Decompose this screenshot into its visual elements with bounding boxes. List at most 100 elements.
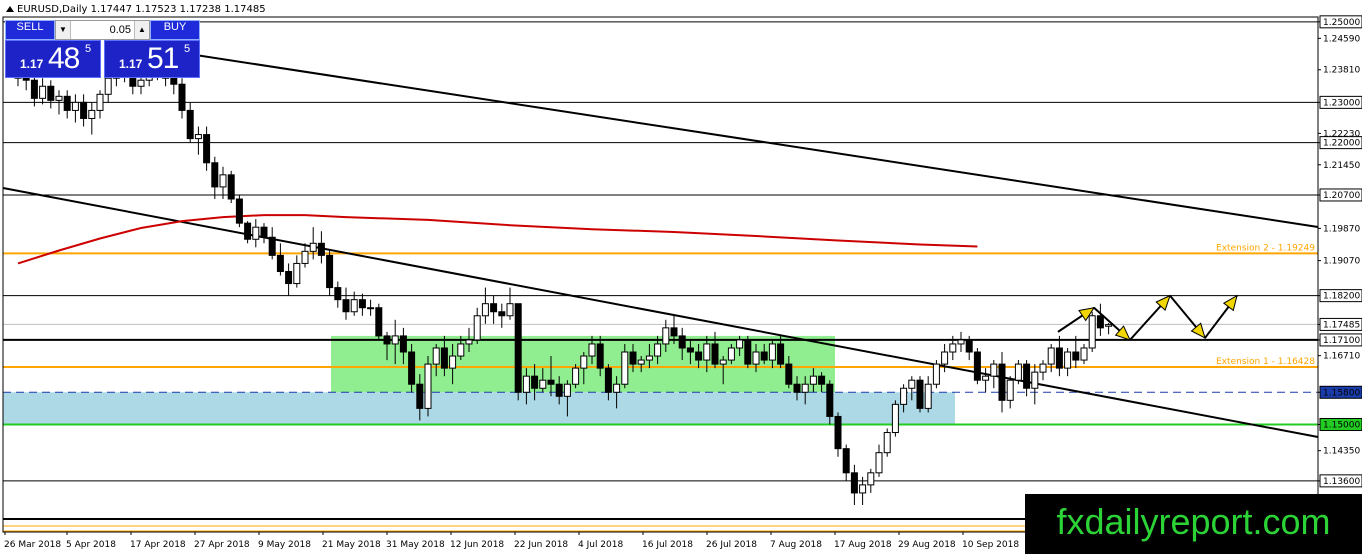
candle-bull — [1014, 363, 1022, 381]
date-tick-label: 10 Sep 2018 — [962, 540, 1019, 550]
price-tick-label: 1.21450 — [1323, 161, 1360, 171]
price-tick-label: 1.18200 — [1323, 292, 1360, 302]
candle-bear — [227, 174, 235, 200]
candle-bull — [1031, 371, 1039, 389]
date-tick-label: 17 Apr 2018 — [130, 540, 186, 550]
candle-bull — [1088, 315, 1096, 349]
candle-bear — [965, 339, 973, 353]
candle-bear — [850, 472, 858, 494]
candle-bear — [547, 379, 555, 385]
price-tick-label: 1.13600 — [1323, 477, 1360, 487]
candle-bull — [891, 403, 899, 434]
price-tick-label: 1.17100 — [1323, 336, 1360, 346]
candle-bull — [932, 363, 940, 385]
candle-bull — [613, 383, 621, 393]
date-tick-label: 16 Jul 2018 — [642, 540, 693, 550]
candle-bull — [1064, 351, 1072, 369]
candle-bull — [801, 383, 809, 393]
date-tick-label: 26 Jul 2018 — [706, 540, 757, 550]
candle — [883, 428, 891, 457]
lot-size-input[interactable] — [71, 21, 135, 39]
candle-bull — [957, 339, 965, 345]
candle-bear — [1072, 351, 1080, 361]
candle-bear — [744, 339, 752, 365]
date-tick-label: 27 Apr 2018 — [194, 540, 250, 550]
lot-decrease-arrow-icon[interactable]: ▼ — [56, 21, 71, 39]
candle-bear — [63, 95, 71, 111]
candle-bull — [457, 343, 465, 357]
candle-bear — [916, 379, 924, 409]
price-tick-label: 1.20700 — [1323, 191, 1360, 201]
candle-bear — [317, 242, 325, 256]
symbol-title: EURUSD,Daily 1.17447 1.17523 1.17238 1.1… — [6, 4, 266, 15]
candle-bull — [506, 303, 514, 317]
candle-bear — [211, 162, 219, 188]
candle-bull — [473, 315, 481, 341]
candle-bull — [88, 109, 96, 119]
price-tick-label: 1.16710 — [1323, 352, 1360, 362]
chart-window: Extension 2 - 1.19249 Extension 1 - 1.164… — [0, 0, 1362, 554]
price-chart[interactable]: Extension 2 - 1.19249 Extension 1 - 1.164… — [0, 0, 1362, 554]
candle-bear — [760, 351, 768, 361]
candle-bear — [629, 351, 637, 365]
candle-bull — [809, 375, 817, 385]
candle-bull — [465, 339, 473, 345]
buy-quote-pips: 51 — [147, 42, 179, 75]
candle — [514, 303, 522, 401]
date-tick-label: 4 Jul 2018 — [578, 540, 623, 550]
candle-bear — [973, 351, 981, 381]
candle-bull — [949, 343, 957, 353]
candle-bull — [424, 363, 432, 409]
candle-bear — [777, 343, 785, 365]
candle-bull — [703, 343, 711, 361]
candle — [973, 347, 981, 385]
sell-button[interactable]: SELL — [5, 20, 55, 40]
candle-bear — [260, 226, 268, 238]
candle-bear — [285, 270, 293, 285]
candle-bull — [637, 359, 645, 365]
date-tick-label: 31 May 2018 — [386, 540, 445, 550]
price-tick-label: 1.25000 — [1323, 18, 1360, 28]
candle-bull — [752, 351, 760, 365]
lot-increase-arrow-icon[interactable]: ▲ — [134, 21, 149, 39]
candle-bull — [645, 355, 653, 361]
candle-bull — [736, 339, 744, 349]
candle-bear — [408, 351, 416, 385]
candle-bull — [252, 226, 260, 240]
candle — [375, 303, 383, 340]
sell-quote-prefix: 1.17 — [20, 57, 44, 71]
date-tick-label: 22 Jun 2018 — [514, 540, 568, 550]
candle-bear — [998, 363, 1006, 401]
candle-bear — [383, 335, 391, 345]
candle-bear — [834, 415, 842, 450]
sell-quote-button[interactable]: 1.17 48 5 — [5, 40, 101, 78]
support-zone — [3, 392, 955, 425]
candle-bull — [654, 343, 662, 357]
date-tick-label: 17 Aug 2018 — [834, 540, 892, 550]
candle — [916, 376, 924, 413]
sell-quote-pips: 48 — [48, 42, 80, 75]
candle — [891, 400, 899, 437]
candle-bear — [440, 347, 448, 369]
buy-quote-button[interactable]: 1.17 51 5 — [104, 40, 200, 78]
watermark-logo: fxdailyreport.com — [1025, 494, 1362, 554]
candle-bull — [580, 355, 588, 369]
candle-bull — [719, 359, 727, 365]
buy-quote-fraction: 5 — [184, 43, 191, 55]
date-tick-label: 5 Apr 2018 — [66, 540, 116, 550]
candle-bull — [1006, 379, 1014, 401]
price-tick-label: 1.19870 — [1323, 224, 1360, 234]
candle-bear — [498, 311, 506, 317]
candle-bear — [826, 383, 834, 417]
candle-bear — [334, 287, 342, 301]
candle-bull — [96, 93, 104, 111]
symbol-title-text: EURUSD,Daily 1.17447 1.17523 1.17238 1.1… — [17, 4, 266, 15]
price-tick-label: 1.15000 — [1323, 420, 1360, 430]
buy-quote-prefix: 1.17 — [119, 57, 143, 71]
candle-bull — [293, 262, 301, 285]
price-tick-label: 1.15800 — [1323, 388, 1360, 398]
buy-button[interactable]: BUY — [150, 20, 200, 40]
candle-bull — [900, 387, 908, 405]
candle-bull — [1105, 324, 1113, 327]
candle-bear — [80, 101, 88, 119]
